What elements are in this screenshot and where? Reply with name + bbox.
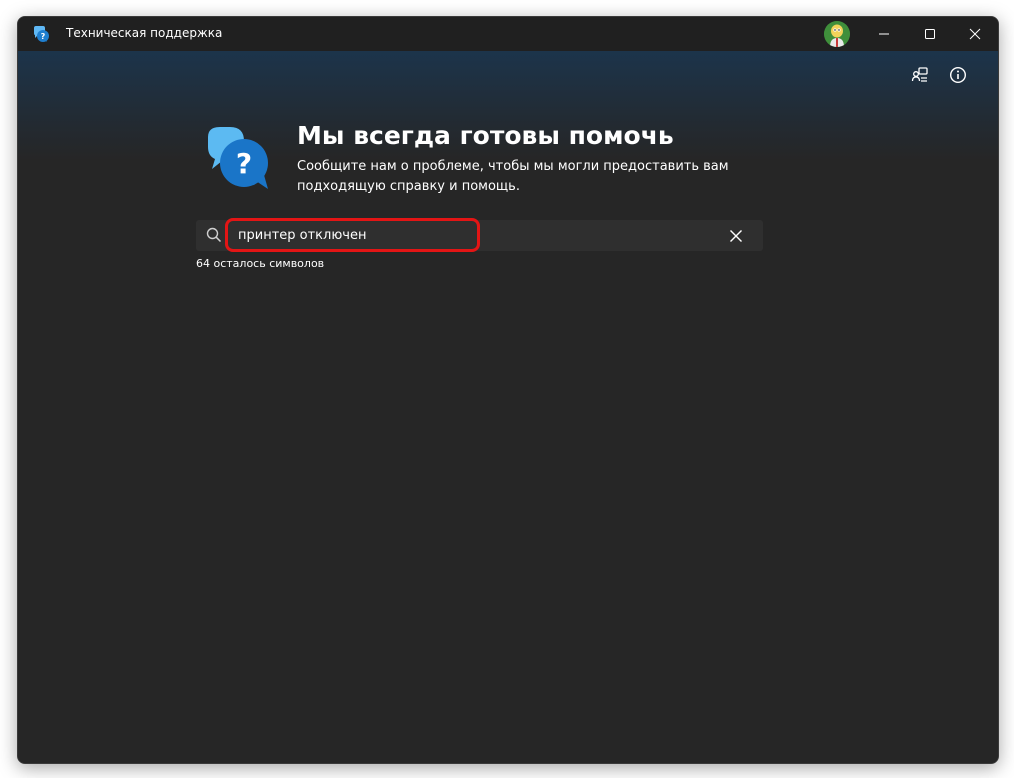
about-button[interactable] bbox=[946, 63, 970, 87]
connect-devices-icon bbox=[911, 67, 928, 82]
page-title: Мы всегда готовы помочь bbox=[297, 121, 674, 150]
minimize-icon bbox=[879, 33, 889, 35]
get-help-window: ? Техническая поддержка ? Мы всегда гото… bbox=[17, 16, 999, 764]
get-help-app-icon: ? bbox=[32, 25, 50, 43]
close-icon bbox=[969, 28, 981, 40]
title-bar[interactable]: ? Техническая поддержка bbox=[18, 17, 998, 51]
main-content: ? Мы всегда готовы помочь Сообщите нам о… bbox=[18, 51, 998, 763]
search-input[interactable] bbox=[238, 220, 718, 251]
close-icon bbox=[730, 230, 742, 242]
minimize-button[interactable] bbox=[861, 17, 907, 51]
svg-text:?: ? bbox=[41, 32, 46, 41]
close-window-button[interactable] bbox=[952, 17, 998, 51]
search-box[interactable] bbox=[196, 220, 763, 251]
connect-devices-button[interactable] bbox=[908, 63, 932, 87]
info-icon bbox=[949, 66, 967, 84]
help-chat-bubbles-icon: ? bbox=[204, 125, 272, 191]
search-icon bbox=[206, 227, 222, 243]
svg-text:?: ? bbox=[236, 147, 252, 180]
user-avatar[interactable] bbox=[824, 21, 850, 47]
page-description: Сообщите нам о проблеме, чтобы мы могли … bbox=[297, 159, 729, 194]
maximize-button[interactable] bbox=[907, 17, 953, 51]
maximize-icon bbox=[925, 29, 935, 39]
characters-remaining-label: 64 осталось символов bbox=[196, 257, 325, 270]
window-title: Техническая поддержка bbox=[66, 26, 223, 40]
clear-search-button[interactable] bbox=[724, 224, 748, 248]
